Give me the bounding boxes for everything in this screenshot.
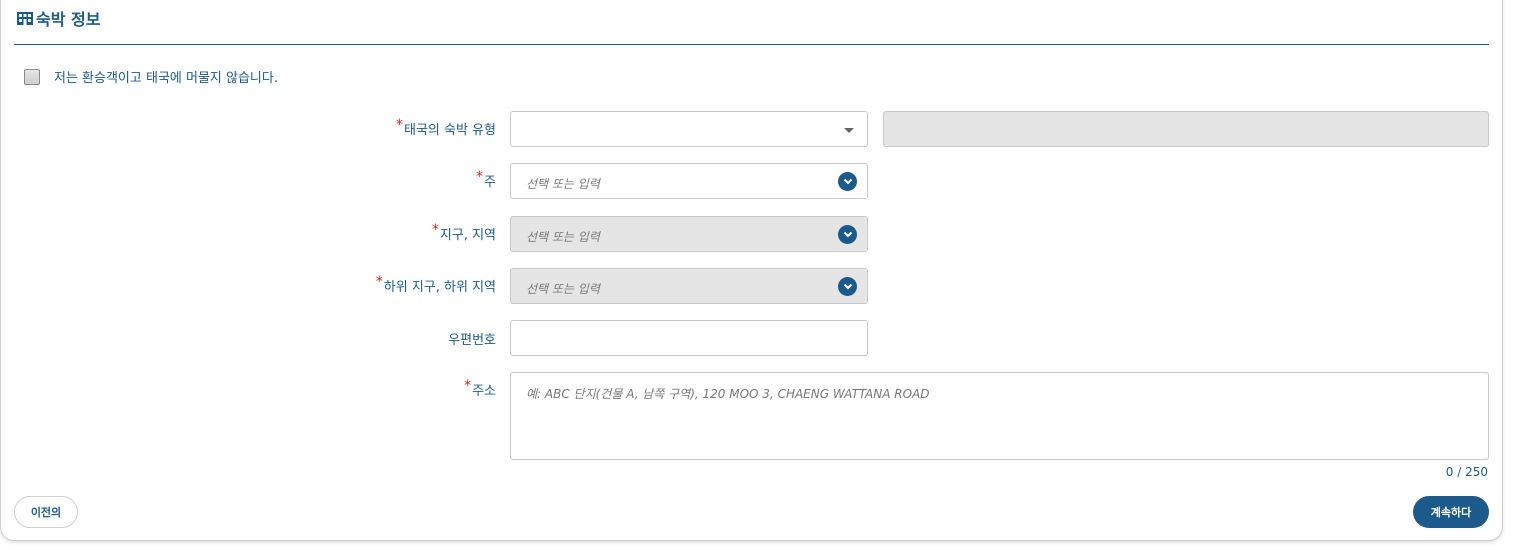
accommodation-type-label: *태국의 숙박 유형 xyxy=(396,117,496,138)
previous-button[interactable]: 이전의 xyxy=(14,496,78,528)
accommodation-type-other-field xyxy=(883,111,1489,147)
subdistrict-label: *하위 지구, 하위 지역 xyxy=(375,274,496,295)
province-label: *주 xyxy=(476,169,496,190)
section-title-text: 숙박 정보 xyxy=(36,10,101,29)
subdistrict-placeholder: 선택 또는 입력 xyxy=(526,282,600,296)
required-marker: * xyxy=(464,378,472,394)
required-marker: * xyxy=(375,274,383,290)
province-combobox[interactable]: 선택 또는 입력 xyxy=(510,163,868,199)
province-placeholder: 선택 또는 입력 xyxy=(526,177,600,191)
district-placeholder: 선택 또는 입력 xyxy=(526,230,600,244)
postal-code-label: 우편번호 xyxy=(448,333,496,348)
address-textarea[interactable]: 예: ABC 단지(건물 A, 남쪽 구역), 120 MOO 3, CHAEN… xyxy=(510,372,1489,460)
caret-down-icon xyxy=(844,128,854,133)
section-header: 숙박 정보 xyxy=(14,0,1489,45)
address-label: *주소 xyxy=(464,378,496,399)
transit-checkbox-label[interactable]: 저는 환승객이고 태국에 머물지 않습니다. xyxy=(54,67,278,86)
postal-code-input[interactable] xyxy=(510,320,868,356)
required-marker: * xyxy=(431,222,439,238)
chevron-down-icon[interactable] xyxy=(838,172,857,191)
transit-checkbox-row[interactable]: 저는 환승객이고 태국에 머물지 않습니다. xyxy=(24,67,278,86)
subdistrict-combobox[interactable]: 선택 또는 입력 xyxy=(510,268,868,304)
address-placeholder: 예: ABC 단지(건물 A, 남쪽 구역), 120 MOO 3, CHAEN… xyxy=(526,387,930,401)
building-icon xyxy=(17,12,33,25)
accommodation-type-select[interactable] xyxy=(510,111,868,147)
continue-button[interactable]: 계속하다 xyxy=(1413,496,1489,528)
address-char-counter: 0 / 250 xyxy=(1445,465,1488,479)
chevron-down-icon[interactable] xyxy=(838,277,857,296)
required-marker: * xyxy=(476,169,484,185)
chevron-down-icon[interactable] xyxy=(838,225,857,244)
district-combobox[interactable]: 선택 또는 입력 xyxy=(510,216,868,252)
transit-checkbox[interactable] xyxy=(24,68,40,85)
required-marker: * xyxy=(396,117,403,133)
district-label: *지구, 지역 xyxy=(431,222,496,243)
section-title: 숙박 정보 xyxy=(16,6,100,30)
